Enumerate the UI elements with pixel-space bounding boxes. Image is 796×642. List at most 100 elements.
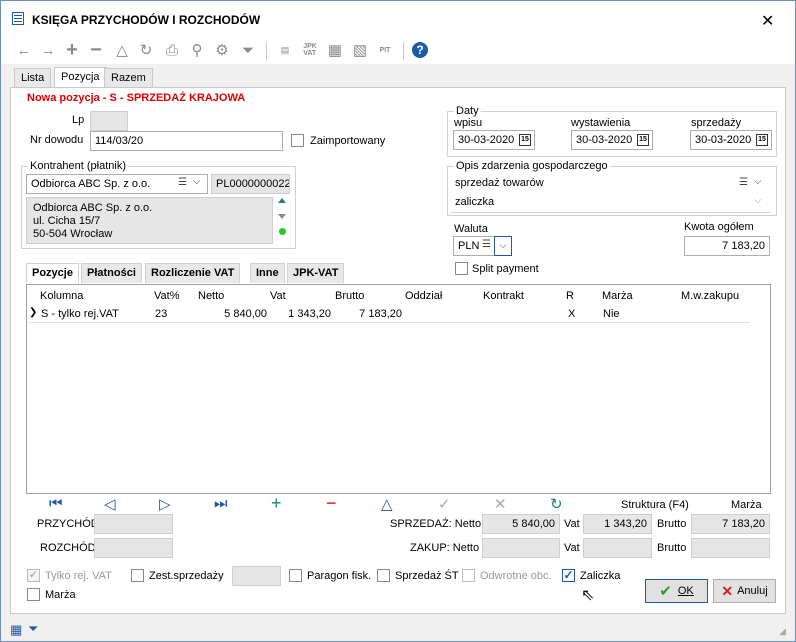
remove-icon[interactable]: − (85, 38, 107, 62)
subtab-rozliczenie-vat[interactable]: Rozliczenie VAT (145, 263, 241, 283)
filter-icon[interactable]: ⏷ (28, 621, 38, 637)
sprzedaz-st-label: Sprzedaż ŚT (395, 570, 459, 582)
export-icon[interactable]: ▦ (324, 38, 346, 62)
sprzedazy-date-input[interactable]: 30-03-2020 15 (690, 130, 772, 150)
zest-sprzedazy-checkbox[interactable] (131, 569, 144, 582)
row-selector-icon: ❯ (29, 307, 38, 318)
last-record-icon[interactable]: ⏭ (214, 495, 228, 512)
marza-checkbox[interactable] (27, 588, 40, 601)
resize-grip-icon[interactable]: ◢ (779, 626, 786, 637)
remove-row-icon[interactable]: − (326, 493, 337, 514)
column-header[interactable]: Kontrakt (483, 290, 524, 302)
jpk-icon[interactable]: JPK VAT (299, 38, 321, 62)
subtab-jpk-vat[interactable]: JPK-VAT (287, 263, 345, 283)
split-payment-checkbox[interactable] (455, 262, 468, 275)
anuluj-label: Anuluj (737, 585, 768, 597)
wpisu-date-input[interactable]: 30-03-2020 15 (453, 130, 535, 150)
calendar-icon[interactable]: 15 (637, 134, 649, 146)
document-icon[interactable]: ▤ (274, 38, 296, 62)
menu-icon[interactable]: ☰ (739, 177, 748, 188)
refresh-row-icon[interactable]: ↻ (550, 495, 563, 513)
opis-line2-input[interactable]: zaliczka (451, 193, 770, 213)
brutto-label: Brutto (657, 518, 687, 530)
toolbar-divider (403, 42, 404, 60)
table-icon[interactable]: ▦ (10, 622, 22, 638)
import-icon[interactable]: ▧ (349, 38, 371, 62)
calendar-icon[interactable]: 15 (756, 134, 768, 146)
kontrahent-nip-field: PL0000000022 (211, 174, 290, 194)
ok-button[interactable]: ✔ OK (645, 579, 708, 603)
tab-lista[interactable]: Lista (14, 68, 52, 87)
cancel-row-icon[interactable]: ✕ (494, 495, 507, 513)
scroll-up-icon[interactable] (278, 198, 286, 203)
marza-link[interactable]: Marża (731, 499, 762, 511)
struktura-link[interactable]: Struktura (F4) (621, 499, 689, 511)
chevron-down-icon[interactable]: ⌵ (193, 176, 201, 187)
toolbar-divider (266, 42, 267, 60)
chevron-down-icon[interactable]: ⌵ (494, 236, 512, 256)
paragon-label: Paragon fisk. (307, 570, 372, 582)
confirm-row-icon[interactable]: ✓ (438, 495, 451, 513)
edit-triangle-icon[interactable]: △ (111, 38, 133, 62)
kwota-input[interactable]: 7 183,20 (684, 236, 770, 256)
zakup-netto-field (482, 538, 560, 558)
subtab-platnosci[interactable]: Płatności (81, 263, 142, 283)
sprzedazy-label: sprzedaży (691, 117, 742, 129)
status-dot-icon (279, 228, 286, 235)
column-header[interactable]: Brutto (335, 290, 364, 302)
page-title: Nowa pozycja - S - SPRZEDAŻ KRAJOWA (27, 92, 246, 104)
wystawienia-date-input[interactable]: 30-03-2020 15 (571, 130, 653, 150)
chevron-down-icon[interactable]: ⌵ (754, 176, 762, 187)
first-record-icon[interactable]: ⏮ (49, 495, 63, 512)
column-header[interactable]: M.w.zakupu (681, 290, 739, 302)
odwrotne-label: Odwrotne obc. (480, 570, 552, 582)
next-record-icon[interactable]: ▷ (159, 495, 171, 513)
subtab-inne[interactable]: Inne (250, 263, 285, 283)
settings-icon[interactable]: ⚙ (211, 38, 233, 62)
menu-icon[interactable]: ☰ (482, 239, 491, 250)
sprzedaz-vat-field: 1 343,20 (583, 514, 652, 534)
add-row-icon[interactable]: + (271, 493, 282, 514)
column-header[interactable]: R (566, 290, 574, 302)
menu-icon[interactable]: ☰ (178, 177, 187, 188)
edit-row-icon[interactable]: △ (381, 495, 393, 513)
status-bar: ▦ ⏷ ◢ (1, 616, 795, 641)
sprzedaz-st-checkbox[interactable] (377, 569, 390, 582)
opis-line1-select[interactable]: sprzedaż towarów (451, 174, 770, 194)
wpisu-date-value: 30-03-2020 (458, 134, 515, 146)
rozchod-field (94, 538, 173, 558)
preview-icon[interactable]: ⚲ (186, 38, 208, 62)
sprzedaz-netto-field: 5 840,00 (482, 514, 560, 534)
pit-icon[interactable]: PIT (374, 38, 396, 62)
help-icon[interactable]: ? (412, 42, 428, 58)
nr-dowodu-input[interactable]: 114/03/20 (90, 131, 283, 151)
zaliczka-checkbox[interactable]: ✓ (562, 569, 575, 582)
subtab-pozycje[interactable]: Pozycje (26, 263, 79, 283)
anuluj-button[interactable]: ✕ Anuluj (713, 579, 776, 603)
scroll-down-icon[interactable] (278, 214, 286, 219)
close-icon[interactable]: ✕ (761, 11, 774, 31)
paragon-checkbox[interactable] (289, 569, 302, 582)
column-header[interactable]: Marża (602, 290, 633, 302)
column-header[interactable]: Vat (270, 290, 286, 302)
przychod-field (94, 514, 173, 534)
calendar-icon[interactable]: 15 (519, 134, 531, 146)
chevron-down-icon[interactable]: ⌵ (754, 195, 762, 206)
print-icon[interactable]: ⎙ (161, 38, 183, 62)
table-row[interactable]: ❯ S - tylko rej.VAT 23 5 840,00 1 343,20… (28, 305, 750, 323)
tab-razem[interactable]: Razem (104, 68, 153, 87)
filter-icon[interactable]: ⏷ (237, 38, 259, 62)
forward-arrow-icon[interactable]: → (37, 38, 59, 62)
add-icon[interactable]: + (61, 38, 83, 62)
sprzedazy-date-value: 30-03-2020 (695, 134, 752, 146)
back-arrow-icon[interactable]: ← (13, 38, 35, 62)
zaimportowany-label: Zaimportowany (310, 135, 386, 147)
refresh-icon[interactable]: ↻ (135, 38, 157, 62)
zaimportowany-checkbox[interactable] (291, 134, 304, 147)
prev-record-icon[interactable]: ◁ (104, 495, 116, 513)
tab-pozycja[interactable]: Pozycja (54, 67, 107, 88)
column-header[interactable]: Vat% (154, 290, 179, 302)
column-header[interactable]: Netto (198, 290, 224, 302)
column-header[interactable]: Oddział (405, 290, 442, 302)
column-header[interactable]: Kolumna (40, 290, 83, 302)
